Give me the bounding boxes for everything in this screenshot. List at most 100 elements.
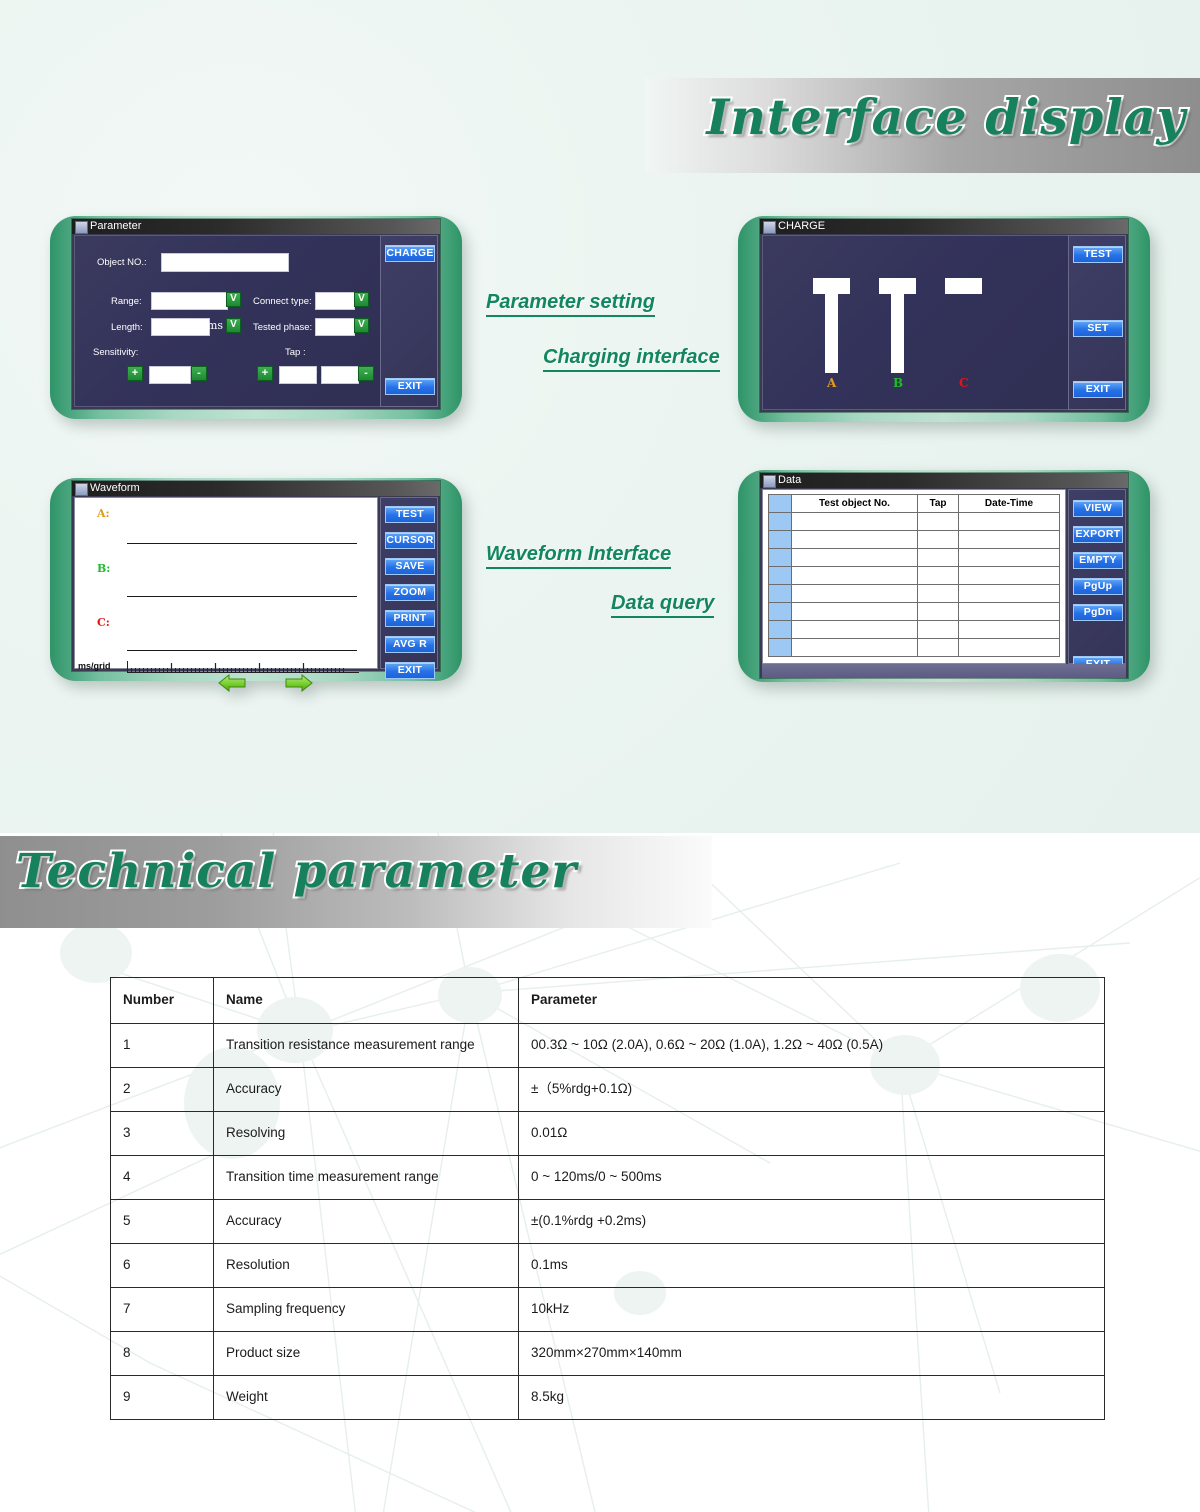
charge-test-button[interactable]: TEST [1073, 246, 1123, 263]
cell-datetime[interactable] [958, 602, 1060, 621]
phase-c-label: C [959, 376, 969, 390]
cell-test-object[interactable] [791, 512, 918, 531]
spec-number: 4 [110, 1154, 214, 1200]
range-input[interactable] [151, 292, 228, 310]
data-pgup-button[interactable]: PgUp [1073, 578, 1123, 595]
cell-tap[interactable] [917, 530, 959, 549]
range-dropdown-icon[interactable]: V [226, 292, 241, 307]
cell-tap[interactable] [917, 512, 959, 531]
cell-tap[interactable] [917, 548, 959, 567]
sensitivity-decrease-button[interactable]: - [191, 366, 207, 381]
tested-phase-dropdown-icon[interactable]: V [354, 318, 369, 333]
tap-from-input[interactable] [279, 366, 317, 384]
row-index-cell [768, 512, 792, 531]
cell-test-object[interactable] [791, 620, 918, 639]
col-index-header [768, 494, 792, 513]
table-row[interactable] [768, 602, 1060, 621]
waveform-cursor-button[interactable]: CURSOR [385, 532, 435, 549]
tap-increase-button[interactable]: + [257, 366, 273, 381]
waveform-test-button[interactable]: TEST [385, 506, 435, 523]
charge-title-text: CHARGE [778, 220, 826, 232]
spec-parameter: 00.3Ω ~ 10Ω (2.0A), 0.6Ω ~ 20Ω (1.0A), 1… [518, 1022, 1105, 1068]
scroll-left-arrow-icon[interactable] [218, 674, 246, 692]
spec-name: Sampling frequency [213, 1286, 519, 1332]
waveform-avgr-button[interactable]: AVG R [385, 636, 435, 653]
charge-set-button[interactable]: SET [1073, 320, 1123, 337]
cell-tap[interactable] [917, 602, 959, 621]
cell-datetime[interactable] [958, 620, 1060, 639]
table-row[interactable] [768, 620, 1060, 639]
parameter-device-panel: Parameter Object NO.: Range: V Connect t… [50, 216, 462, 419]
data-view-button[interactable]: VIEW [1073, 500, 1123, 517]
range-label: Range: [111, 296, 142, 307]
connect-type-dropdown-icon[interactable]: V [354, 292, 369, 307]
waveform-print-button[interactable]: PRINT [385, 610, 435, 627]
waveform-device-panel: Waveform A: B: C: ms/grid TEST CURSOR SA… [50, 478, 462, 692]
scroll-right-arrow-icon[interactable] [285, 674, 313, 692]
cell-test-object[interactable] [791, 530, 918, 549]
cell-datetime[interactable] [958, 566, 1060, 585]
cell-test-object[interactable] [791, 584, 918, 603]
spec-name: Transition time measurement range [213, 1154, 519, 1200]
spec-name: Accuracy [213, 1198, 519, 1244]
tap-label: Tap : [285, 347, 306, 358]
row-index-cell [768, 602, 792, 621]
spec-row: 9 Weight 8.5kg [110, 1374, 1105, 1420]
data-records-table[interactable]: Test object No. Tap Date-Time [768, 494, 1060, 657]
object-no-input[interactable] [161, 253, 289, 272]
cell-tap[interactable] [917, 566, 959, 585]
cell-datetime[interactable] [958, 512, 1060, 531]
table-row[interactable] [768, 584, 1060, 603]
connect-type-input[interactable] [315, 292, 355, 310]
data-export-button[interactable]: EXPORT [1073, 526, 1123, 543]
charge-device-panel: CHARGE A B C TEST SET EXIT [738, 216, 1150, 422]
length-input[interactable] [151, 318, 210, 336]
tap-to-input[interactable] [321, 366, 359, 384]
spec-parameter: 0.01Ω [518, 1110, 1105, 1156]
data-empty-button[interactable]: EMPTY [1073, 552, 1123, 569]
spec-name: Weight [213, 1374, 519, 1420]
cell-tap[interactable] [917, 620, 959, 639]
charge-button[interactable]: CHARGE [385, 245, 435, 262]
technical-parameter-section: Technical parameter Number Name Paramete… [0, 833, 1200, 1512]
length-dropdown-icon[interactable]: V [226, 318, 241, 333]
spec-header-row: Number Name Parameter [110, 977, 1105, 1024]
table-row[interactable] [768, 512, 1060, 531]
spec-parameter: 10kHz [518, 1286, 1105, 1332]
data-device-panel: Data Test object No. Tap Date-Time VIEW … [738, 470, 1150, 682]
cell-datetime[interactable] [958, 584, 1060, 603]
cell-test-object[interactable] [791, 602, 918, 621]
cell-tap[interactable] [917, 638, 959, 657]
cell-test-object[interactable] [791, 638, 918, 657]
data-pgdn-button[interactable]: PgDn [1073, 604, 1123, 621]
tested-phase-input[interactable] [315, 318, 355, 336]
waveform-zoom-button[interactable]: ZOOM [385, 584, 435, 601]
waveform-exit-button[interactable]: EXIT [385, 662, 435, 679]
table-row[interactable] [768, 566, 1060, 585]
parameter-exit-button[interactable]: EXIT [385, 378, 435, 395]
phase-a-label: A [827, 376, 837, 390]
table-row[interactable] [768, 548, 1060, 567]
cell-datetime[interactable] [958, 530, 1060, 549]
cell-datetime[interactable] [958, 548, 1060, 567]
cell-test-object[interactable] [791, 566, 918, 585]
charge-exit-button[interactable]: EXIT [1073, 381, 1123, 398]
waveform-plot-area[interactable]: A: B: C: ms/grid [74, 497, 378, 692]
cell-test-object[interactable] [791, 548, 918, 567]
waveform-save-button[interactable]: SAVE [385, 558, 435, 575]
parameter-titlebar: Parameter [72, 219, 440, 234]
waveform-trace-a [127, 543, 357, 544]
table-row[interactable] [768, 638, 1060, 657]
phase-a-head [813, 278, 850, 294]
table-row[interactable] [768, 530, 1060, 549]
spec-number: 6 [110, 1242, 214, 1288]
spec-col-name-header: Name [213, 977, 519, 1024]
spec-row: 5 Accuracy ±(0.1%rdg +0.2ms) [110, 1198, 1105, 1244]
cell-datetime[interactable] [958, 638, 1060, 657]
sensitivity-increase-button[interactable]: + [127, 366, 143, 381]
cell-tap[interactable] [917, 584, 959, 603]
tap-dash-label: - [314, 367, 318, 378]
sensitivity-input[interactable] [149, 366, 191, 384]
spec-name: Transition resistance measurement range [213, 1022, 519, 1068]
tap-decrease-button[interactable]: - [358, 366, 374, 381]
